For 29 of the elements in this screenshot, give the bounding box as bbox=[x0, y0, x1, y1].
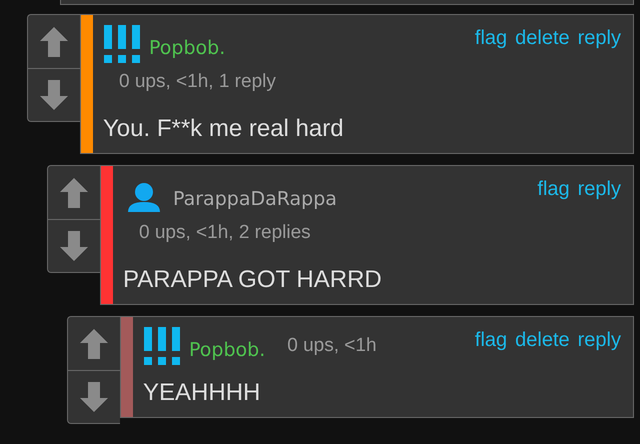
comment-text: YEAHHHH bbox=[143, 379, 262, 407]
comment-action-link[interactable]: flag bbox=[537, 178, 570, 201]
comment-meta: 0 ups, <1h, 1 reply bbox=[119, 71, 277, 93]
comment-action-link[interactable]: delete bbox=[515, 329, 570, 352]
exclamation-marks-icon bbox=[143, 327, 183, 365]
comment-action-link[interactable]: delete bbox=[515, 27, 570, 50]
downvote-button[interactable] bbox=[28, 68, 80, 121]
comment-action-link[interactable]: flag bbox=[474, 27, 508, 50]
comment-action-link[interactable]: reply bbox=[578, 329, 621, 352]
comment-meta: 0 ups, <1h bbox=[287, 335, 377, 357]
down-arrow-icon bbox=[39, 79, 69, 111]
up-arrow-icon bbox=[39, 26, 69, 58]
exclamation-marks-icon bbox=[103, 25, 143, 63]
comment-action-link[interactable]: reply bbox=[578, 178, 621, 201]
comment-action-link[interactable]: reply bbox=[578, 27, 621, 50]
username-link[interactable]: Popbob. bbox=[189, 339, 266, 361]
user-avatar-icon bbox=[127, 182, 161, 212]
down-arrow-icon bbox=[79, 381, 109, 413]
username-link[interactable]: ParappaDaRappa bbox=[173, 188, 337, 210]
comment-text: You. F**k me real hard bbox=[103, 115, 345, 143]
down-arrow-icon bbox=[59, 230, 89, 262]
downvote-button[interactable] bbox=[68, 370, 120, 423]
downvote-button[interactable] bbox=[48, 219, 100, 272]
comment-meta: 0 ups, <1h, 2 replies bbox=[139, 222, 312, 244]
up-arrow-icon bbox=[59, 176, 89, 208]
comment-text: PARAPPA GOT HARRD bbox=[123, 266, 383, 294]
up-arrow-icon bbox=[79, 328, 109, 360]
username-link[interactable]: Popbob. bbox=[149, 37, 226, 59]
comment-action-link[interactable]: flag bbox=[474, 329, 508, 352]
